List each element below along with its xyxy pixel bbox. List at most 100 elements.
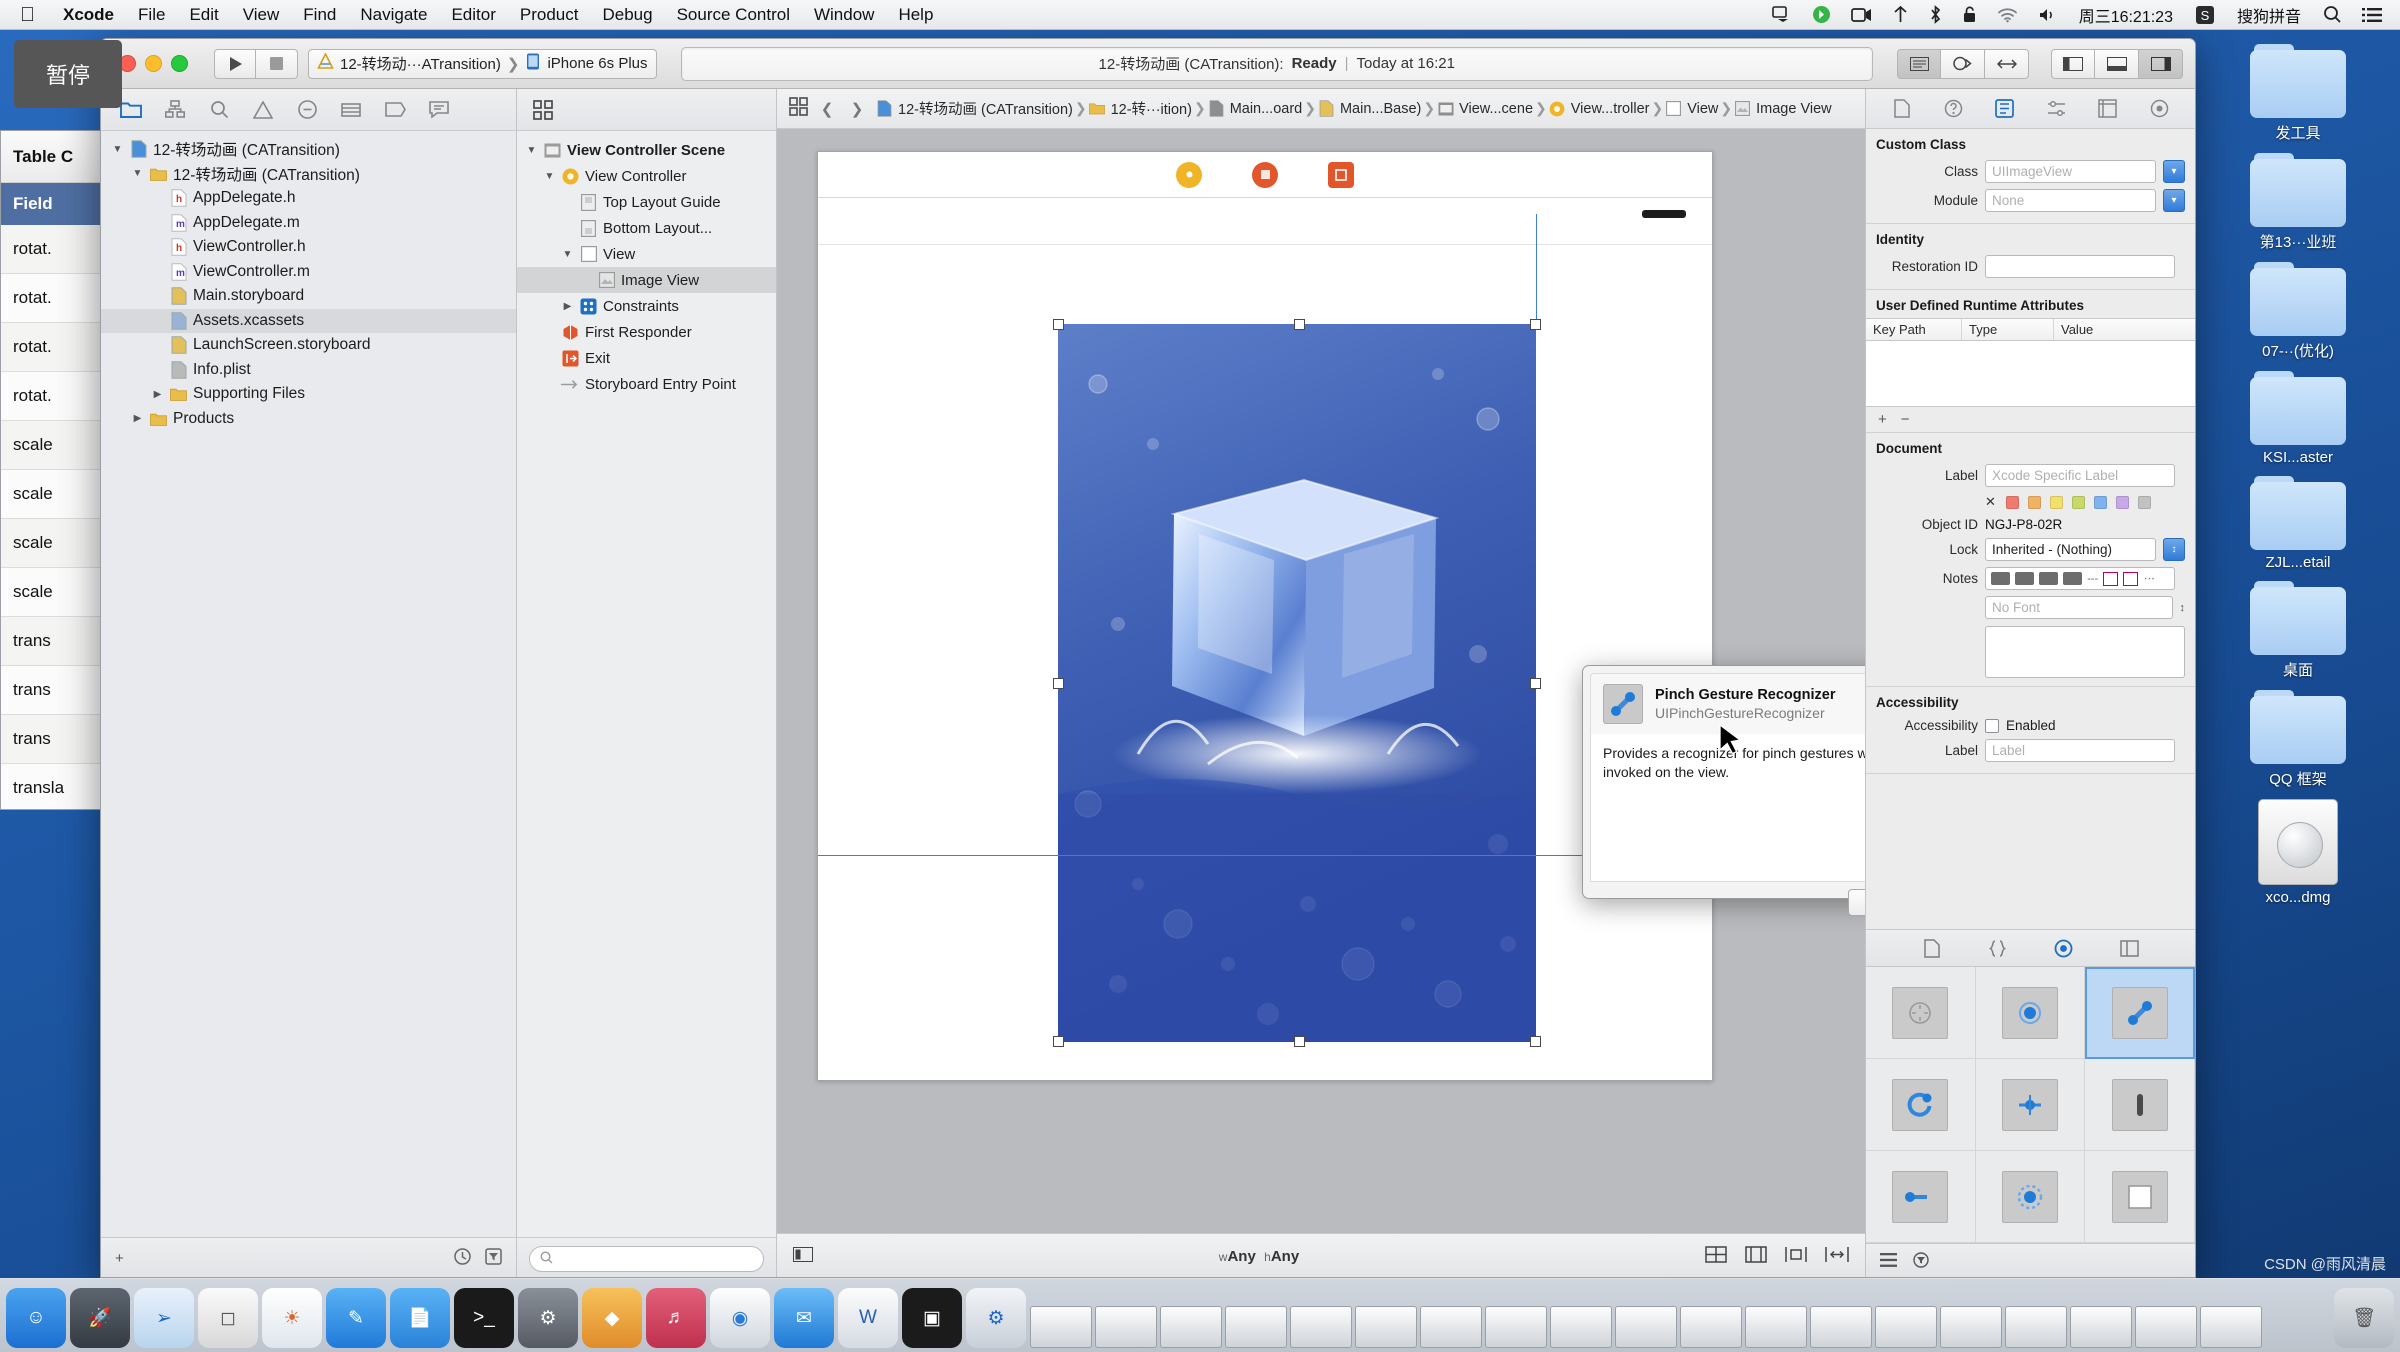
canvas-footer[interactable]: wAny hAny	[777, 1233, 1865, 1277]
desktop-icon-folder-5[interactable]: ZJL...etail	[2203, 476, 2393, 571]
run-stop-group[interactable]	[214, 48, 298, 79]
label-swatch-7[interactable]	[2137, 495, 2151, 509]
issue-navigator-icon[interactable]	[251, 98, 275, 122]
dock-safari-icon[interactable]: ➢	[134, 1288, 194, 1348]
dock-launchpad-icon[interactable]: 🚀	[70, 1288, 130, 1348]
file-template-library-icon[interactable]	[1921, 937, 1943, 959]
accessibility-label-row[interactable]: Label Label	[1866, 736, 2195, 765]
notes-toolbar[interactable]: --- ⋯	[1985, 567, 2175, 590]
resize-handle-tl[interactable]	[1053, 319, 1064, 330]
dock-minimized-window[interactable]	[1485, 1306, 1547, 1348]
resize-handle-br[interactable]	[1530, 1036, 1541, 1047]
ime-badge-icon[interactable]: S	[2185, 5, 2225, 25]
run-button[interactable]	[214, 48, 256, 79]
panel-toggle-segments[interactable]	[2051, 48, 2183, 79]
restoration-id-row[interactable]: Restoration ID	[1866, 252, 2195, 281]
outline-filter-input[interactable]	[529, 1245, 764, 1272]
label-swatch-6[interactable]	[2115, 495, 2129, 509]
outline-row[interactable]: ▶ Constraints	[517, 293, 776, 319]
airplay-icon[interactable]	[1762, 6, 1802, 23]
class-input[interactable]: UIImageView	[1985, 160, 2156, 183]
label-swatch-3[interactable]	[2049, 495, 2063, 509]
dock-settings-icon[interactable]: ⚙	[518, 1288, 578, 1348]
project-file-row[interactable]: Assets.xcassets	[101, 308, 516, 333]
filter-icon[interactable]	[485, 1248, 502, 1269]
outline-row[interactable]: Top Layout Guide	[517, 189, 776, 215]
navigator-toggle-icon[interactable]	[2051, 48, 2095, 79]
font-row[interactable]: No Font ↕	[1866, 593, 2195, 622]
done-button[interactable]: Done	[1848, 889, 1865, 916]
file-inspector-icon[interactable]	[1891, 98, 1913, 120]
pin-icon[interactable]	[1785, 1246, 1807, 1267]
dock-minimized-window[interactable]	[2200, 1306, 2262, 1348]
outline-row[interactable]: Storyboard Entry Point	[517, 371, 776, 397]
desktop-icon-dmg-1[interactable]: xco...dmg	[2203, 799, 2393, 906]
menu-item-source-control[interactable]: Source Control	[665, 5, 802, 25]
accessibility-enabled-row[interactable]: Accessibility Enabled	[1866, 715, 2195, 736]
desktop-icon-folder-7[interactable]: QQ 框架	[2203, 690, 2393, 789]
dock-minimized-window[interactable]	[1030, 1306, 1092, 1348]
dock-display-icon[interactable]: ▣	[902, 1288, 962, 1348]
quick-help-icon[interactable]	[1942, 98, 1964, 120]
breakpoint-navigator-icon[interactable]	[383, 98, 407, 122]
dock-minimized-window[interactable]	[1290, 1306, 1352, 1348]
stop-button[interactable]	[256, 48, 298, 79]
dock-finder-icon[interactable]: ☺	[6, 1288, 66, 1348]
breadcrumb-item[interactable]: Main...Base)	[1318, 100, 1421, 118]
add-file-button[interactable]: +	[115, 1250, 124, 1267]
dock-window-minimized-group[interactable]	[1030, 1306, 2330, 1348]
outline-row[interactable]: ▼ View	[517, 241, 776, 267]
scheme-project-label[interactable]: 12-转场动···ATransition)	[340, 53, 501, 74]
jump-bar[interactable]: ❮ ❯ 12-转场动画 (CATransition) ❯ 12-转···ition)…	[777, 89, 1865, 129]
highlight-icon[interactable]	[2123, 571, 2138, 586]
dock-minimized-window[interactable]	[2135, 1306, 2197, 1348]
resize-handle-tr[interactable]	[1530, 319, 1541, 330]
filter-icon[interactable]	[1913, 1252, 1929, 1271]
project-file-row[interactable]: Main.storyboard	[101, 284, 516, 309]
identity-inspector-icon[interactable]	[1994, 98, 2016, 120]
utilities-inspector-panel[interactable]: Custom Class Class UIImageView ▾ Module …	[1865, 89, 2195, 1277]
editor-mode-segments[interactable]	[1897, 48, 2029, 79]
outline-row[interactable]: Exit	[517, 345, 776, 371]
xcode-toolbar[interactable]: 12-转场动···ATransition) ❯ iPhone 6s Plus 1…	[101, 39, 2195, 89]
module-field-row[interactable]: Module None ▾	[1866, 186, 2195, 215]
menu-item-editor[interactable]: Editor	[439, 5, 507, 25]
expand-left-icon[interactable]	[793, 1247, 813, 1266]
macos-dock[interactable]: ☺ 🚀 ➢ ◻ ☀ ✎ 📄 >_ ⚙ ◆ ♬ ◉ ✉ W ▣ ⚙ 🗑	[0, 1278, 2400, 1352]
notes-row[interactable]: Notes --- ⋯	[1866, 564, 2195, 593]
menubar-clock[interactable]: 周三16:21:23	[2067, 3, 2185, 27]
lock-icon[interactable]	[1952, 6, 1987, 24]
navigator-panel[interactable]: ▼ 12-转场动画 (CATransition) ▼ 12-转场动画 (CATrans…	[101, 89, 517, 1277]
breadcrumb-item[interactable]: 12-转场动画 (CATransition)	[876, 98, 1073, 119]
dock-minimized-window[interactable]	[1160, 1306, 1222, 1348]
size-class-indicator[interactable]: wAny hAny	[813, 1248, 1705, 1265]
dock-minimized-window[interactable]	[1095, 1306, 1157, 1348]
align-right-icon[interactable]	[2039, 572, 2058, 585]
disclosure-open-icon[interactable]: ▼	[525, 144, 538, 157]
first-responder-badge-icon[interactable]	[1252, 161, 1278, 188]
scheme-selector[interactable]: 12-转场动···ATransition) ❯ iPhone 6s Plus	[308, 48, 657, 79]
library-item-popover[interactable]: Pinch Gesture Recognizer UIPinchGestureR…	[1582, 665, 1865, 916]
code-snippet-library-icon[interactable]	[1987, 937, 2009, 959]
document-label-input[interactable]: Xcode Specific Label	[1985, 464, 2175, 487]
module-input[interactable]: None	[1985, 189, 2156, 212]
breadcrumb[interactable]: 12-转场动画 (CATransition) ❯ 12-转···ition) ❯ Mai…	[876, 98, 1832, 119]
outline-tab-bar[interactable]	[517, 89, 776, 131]
dock-sketch-icon[interactable]: ◆	[582, 1288, 642, 1348]
menu-item-help[interactable]: Help	[886, 5, 945, 25]
dock-word-icon[interactable]: W	[838, 1288, 898, 1348]
align-justify-icon[interactable]	[2063, 572, 2082, 585]
library-item-rotation-gesture-recognizer[interactable]	[1866, 1059, 1976, 1151]
dock-minimized-window[interactable]	[1550, 1306, 1612, 1348]
desktop-icon-folder-6[interactable]: 桌面	[2203, 581, 2393, 680]
resize-handle-ml[interactable]	[1053, 678, 1064, 689]
project-file-row[interactable]: ▼ 12-转场动画 (CATransition)	[101, 162, 516, 187]
outline-row[interactable]: Image View	[517, 267, 776, 293]
dock-minimized-window[interactable]	[1680, 1306, 1742, 1348]
list-view-icon[interactable]	[1880, 1253, 1897, 1270]
library-item-tap-gesture-recognizer[interactable]	[1866, 967, 1976, 1059]
menu-item-window[interactable]: Window	[802, 5, 886, 25]
runtime-attributes-body[interactable]	[1866, 341, 2195, 407]
size-inspector-icon[interactable]	[2097, 98, 2119, 120]
disclosure-open-icon[interactable]: ▼	[561, 248, 574, 261]
